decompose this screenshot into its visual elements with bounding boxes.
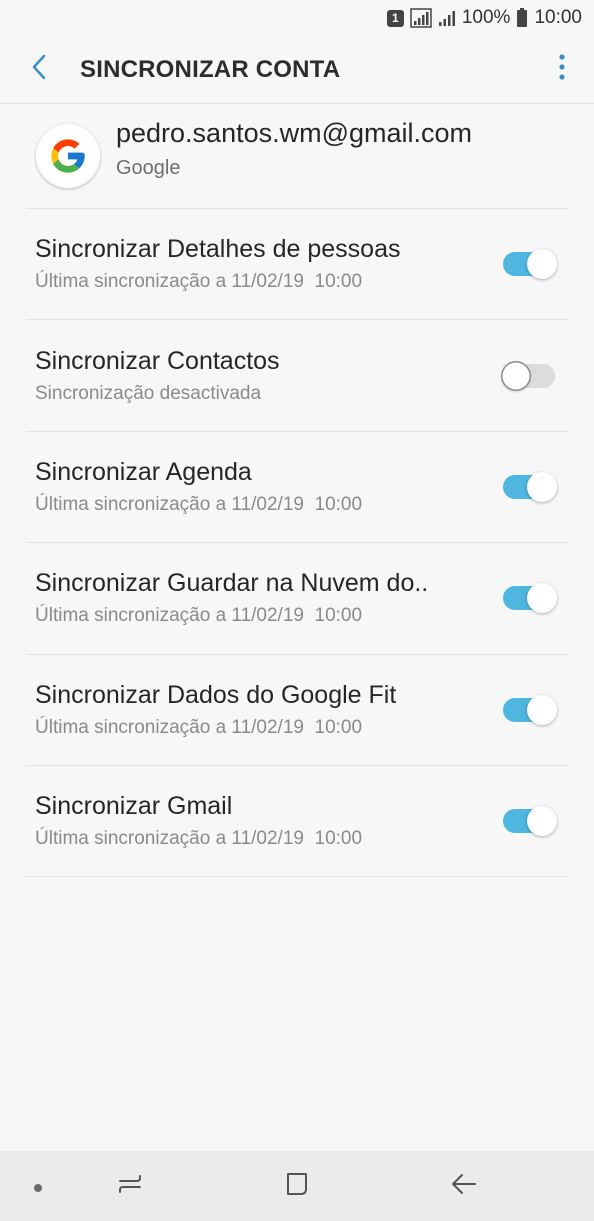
sync-item-subtitle: Última sincronização a 11/02/19 10:00 — [35, 605, 363, 627]
account-email: pedro.santos.wm@gmail.com — [116, 118, 473, 148]
dot-icon[interactable] — [34, 1184, 42, 1192]
sync-item-title: Sincronizar Contactos — [35, 346, 280, 375]
sync-toggle[interactable] — [501, 694, 557, 725]
sync-item-title: Sincronizar Guardar na Nuvem do.. — [35, 569, 429, 598]
sync-toggle[interactable] — [501, 249, 557, 280]
sync-item-subtitle: Última sincronização a 11/02/19 10:00 — [35, 271, 363, 293]
sync-item-gmail[interactable]: Sincronizar Gmail Última sincronização a… — [26, 766, 568, 878]
sync-item-title: Sincronizar Detalhes de pessoas — [35, 235, 401, 264]
account-type: Google — [116, 157, 181, 179]
sync-item-title: Sincronizar Agenda — [35, 457, 252, 486]
sync-item-people-details[interactable]: Sincronizar Detalhes de pessoas Última s… — [26, 209, 568, 321]
back-button[interactable] — [0, 36, 80, 104]
sync-toggle[interactable] — [501, 806, 557, 837]
back-arrow-icon — [450, 1170, 478, 1203]
sync-item-subtitle: Sincronização desactivada — [35, 382, 262, 404]
sync-item-cloud-save[interactable]: Sincronizar Guardar na Nuvem do.. Última… — [26, 543, 568, 655]
cell-signal-icon — [438, 9, 456, 27]
sync-toggle[interactable] — [501, 583, 557, 614]
more-options-button[interactable] — [530, 36, 594, 104]
home-icon — [283, 1170, 311, 1203]
sync-toggle[interactable] — [501, 360, 557, 391]
battery-percent: 100% — [461, 7, 511, 28]
clock: 10:00 — [534, 7, 582, 28]
chevron-left-icon — [31, 54, 47, 85]
sync-item-calendar[interactable]: Sincronizar Agenda Última sincronização … — [26, 432, 568, 544]
nav-back-button[interactable] — [446, 1168, 482, 1204]
account-header: pedro.santos.wm@gmail.com Google — [26, 104, 568, 209]
recent-apps-icon — [116, 1170, 144, 1203]
sync-list: Sincronizar Detalhes de pessoas Última s… — [26, 209, 568, 878]
status-bar: 1 100% 10:00 — [0, 0, 594, 36]
sync-item-title: Sincronizar Dados do Google Fit — [35, 680, 397, 709]
sync-item-title: Sincronizar Gmail — [35, 792, 233, 821]
more-vertical-icon — [559, 54, 565, 85]
app-bar: SINCRONIZAR CONTA — [0, 36, 594, 104]
sync-item-subtitle: Última sincronização a 11/02/19 10:00 — [35, 716, 363, 738]
sim-badge: 1 — [386, 9, 404, 27]
google-logo-icon — [36, 124, 100, 188]
page-title: SINCRONIZAR CONTA — [80, 55, 341, 83]
wifi-signal-icon — [410, 8, 432, 28]
sync-item-subtitle: Última sincronização a 11/02/19 10:00 — [35, 493, 363, 515]
sync-item-google-fit[interactable]: Sincronizar Dados do Google Fit Última s… — [26, 655, 568, 766]
recent-apps-button[interactable] — [112, 1168, 148, 1204]
battery-icon — [516, 8, 528, 28]
home-button[interactable] — [279, 1168, 315, 1204]
sync-item-contacts[interactable]: Sincronizar Contactos Sincronização desa… — [26, 320, 568, 432]
sync-item-subtitle: Última sincronização a 11/02/19 10:00 — [35, 828, 363, 850]
navigation-bar — [0, 1151, 594, 1221]
sync-toggle[interactable] — [501, 471, 557, 502]
